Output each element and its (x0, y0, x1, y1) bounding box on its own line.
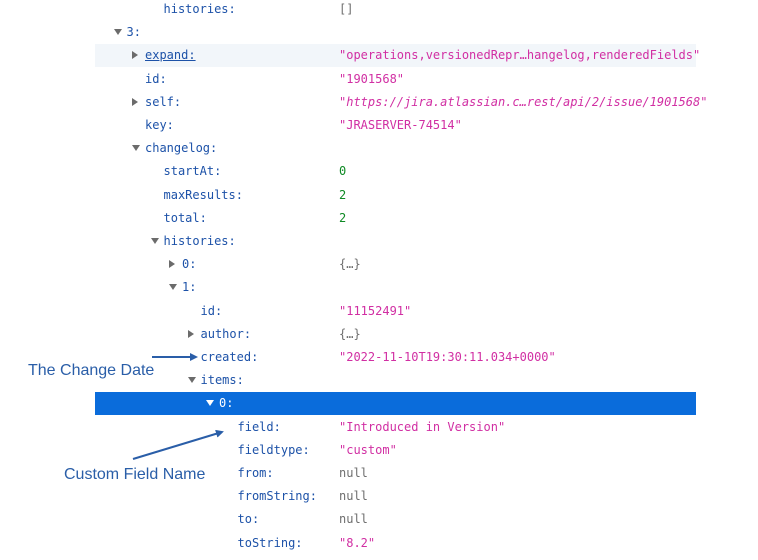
arrow-to-field (132, 429, 224, 460)
annotation-arrows (132, 353, 224, 460)
